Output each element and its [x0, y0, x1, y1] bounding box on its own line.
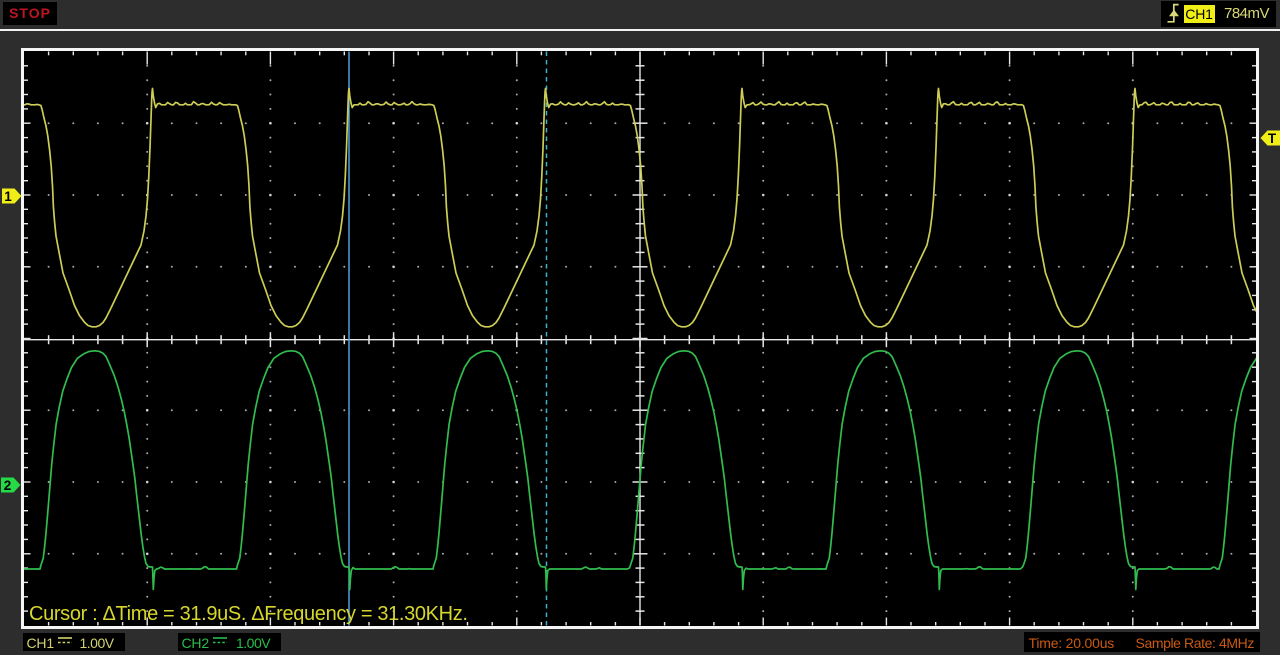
svg-text:2: 2	[4, 478, 12, 493]
svg-text:1: 1	[4, 189, 12, 204]
svg-text:T: T	[1268, 131, 1277, 146]
